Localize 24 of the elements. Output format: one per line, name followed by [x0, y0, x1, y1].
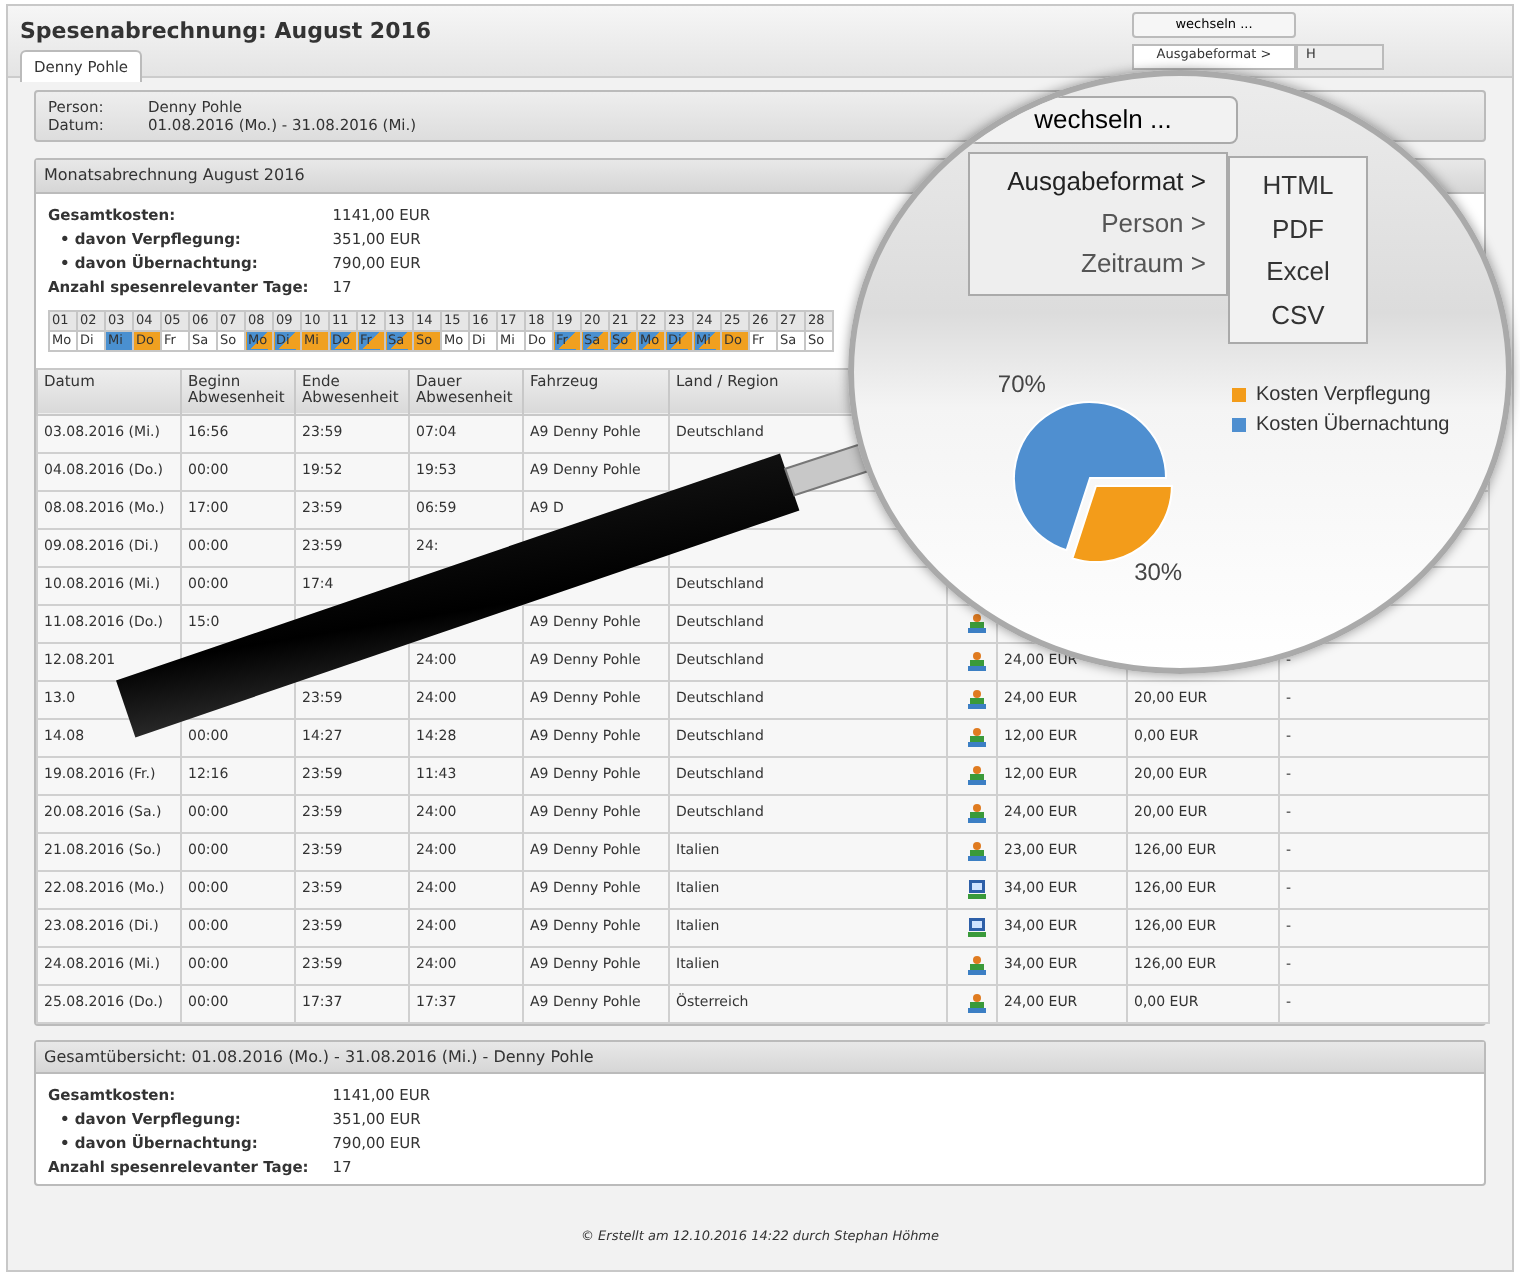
legend-swatch — [1232, 418, 1246, 433]
person-icon — [966, 650, 988, 673]
person-icon — [966, 726, 988, 749]
menu-item[interactable]: Zeitraum > — [970, 244, 1226, 286]
monitor-icon — [966, 916, 988, 939]
slice-label: 70% — [997, 370, 1046, 399]
person-icon — [966, 802, 988, 825]
submenu-item[interactable]: PDF — [1230, 207, 1366, 251]
legend-label: Kosten Übernachtung — [1256, 411, 1450, 441]
slice-label: 30% — [1134, 558, 1183, 587]
legend-swatch — [1232, 388, 1246, 403]
legend-label: Kosten Verpflegung — [1256, 382, 1431, 411]
person-icon — [966, 954, 988, 977]
person-icon — [966, 612, 988, 635]
person-icon — [966, 688, 988, 711]
page-title: Spesenabrechnung: August 2016 — [20, 18, 432, 45]
monitor-icon — [966, 878, 988, 901]
menu-item[interactable]: Person > — [970, 203, 1226, 245]
person-icon — [966, 992, 988, 1015]
submenu-item[interactable]: CSV — [1230, 293, 1366, 337]
person-icon — [966, 764, 988, 787]
submenu-item[interactable]: Excel — [1230, 250, 1366, 294]
panel-title: Gesamtübersicht: 01.08.2016 (Mo.) - 31.08.2016 (Mi.) - Denny Pohle — [36, 1041, 1484, 1075]
person-icon — [966, 840, 988, 863]
